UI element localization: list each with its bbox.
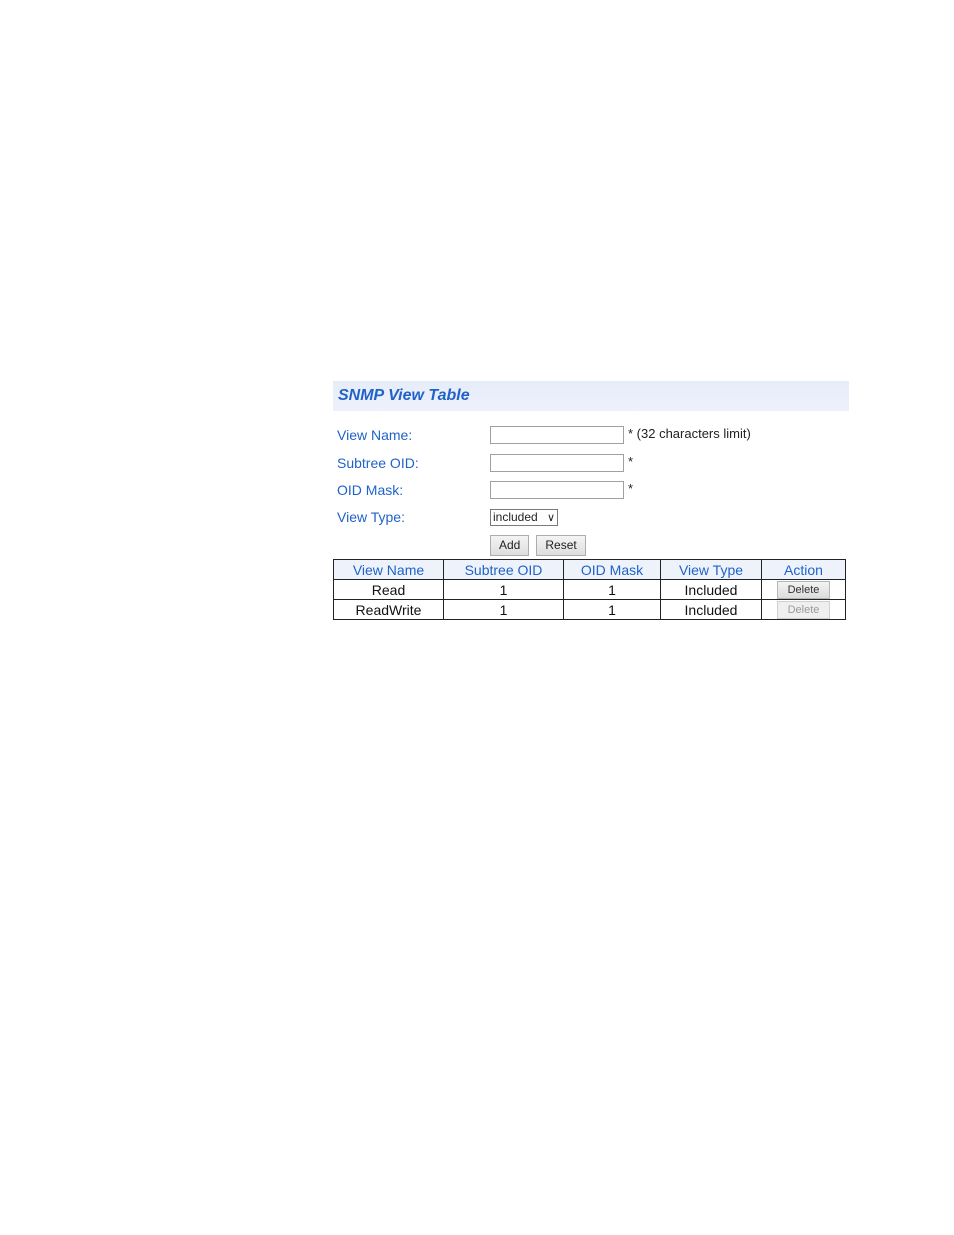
form-actions-row: Add Reset — [337, 534, 847, 556]
header-subtree-oid: Subtree OID — [443, 559, 564, 580]
table-header-row: View Name Subtree OID OID Mask View Type… — [333, 559, 846, 580]
snmp-view-panel: SNMP View Table View Name: * (32 charact… — [333, 381, 849, 620]
view-type-select[interactable]: included ∨ — [490, 508, 558, 526]
oid-mask-required-mark: * — [628, 481, 634, 496]
subtree-oid-label: Subtree OID: — [337, 455, 419, 471]
header-view-name: View Name — [333, 559, 444, 580]
view-type-label: View Type: — [337, 509, 405, 525]
chevron-down-icon: ∨ — [546, 511, 555, 524]
oid-mask-input[interactable] — [490, 481, 624, 499]
header-action: Action — [761, 559, 846, 580]
table-row: ReadWrite 1 1 Included Delete — [333, 599, 846, 620]
cell-view-type: Included — [660, 579, 762, 600]
title-bar: SNMP View Table — [333, 381, 849, 411]
cell-view-name: Read — [333, 579, 444, 600]
delete-button[interactable]: Delete — [777, 581, 830, 599]
cell-action: Delete — [761, 599, 846, 620]
header-oid-mask: OID Mask — [563, 559, 661, 580]
view-type-row: View Type: included ∨ — [337, 507, 847, 527]
oid-mask-label: OID Mask: — [337, 482, 404, 498]
oid-mask-row: OID Mask: * — [337, 480, 847, 500]
view-name-input[interactable] — [490, 426, 624, 444]
view-type-selected-value: included — [493, 510, 538, 524]
cell-subtree-oid: 1 — [443, 579, 564, 600]
cell-oid-mask: 1 — [563, 579, 661, 600]
view-name-note: * (32 characters limit) — [628, 426, 751, 441]
table-row: Read 1 1 Included Delete — [333, 579, 846, 600]
add-button[interactable]: Add — [490, 534, 530, 556]
cell-oid-mask: 1 — [563, 599, 661, 620]
cell-action: Delete — [761, 579, 846, 600]
view-name-row: View Name: * (32 characters limit) — [337, 425, 847, 445]
view-name-label: View Name: — [337, 427, 413, 443]
view-table: View Name Subtree OID OID Mask View Type… — [333, 559, 846, 620]
subtree-oid-row: Subtree OID: * — [337, 453, 847, 473]
delete-button-disabled: Delete — [777, 601, 830, 619]
reset-button[interactable]: Reset — [536, 534, 586, 556]
header-view-type: View Type — [660, 559, 762, 580]
cell-view-type: Included — [660, 599, 762, 620]
cell-view-name: ReadWrite — [333, 599, 444, 620]
subtree-oid-input[interactable] — [490, 454, 624, 472]
cell-subtree-oid: 1 — [443, 599, 564, 620]
subtree-oid-required-mark: * — [628, 454, 634, 469]
page-title: SNMP View Table — [338, 387, 470, 404]
